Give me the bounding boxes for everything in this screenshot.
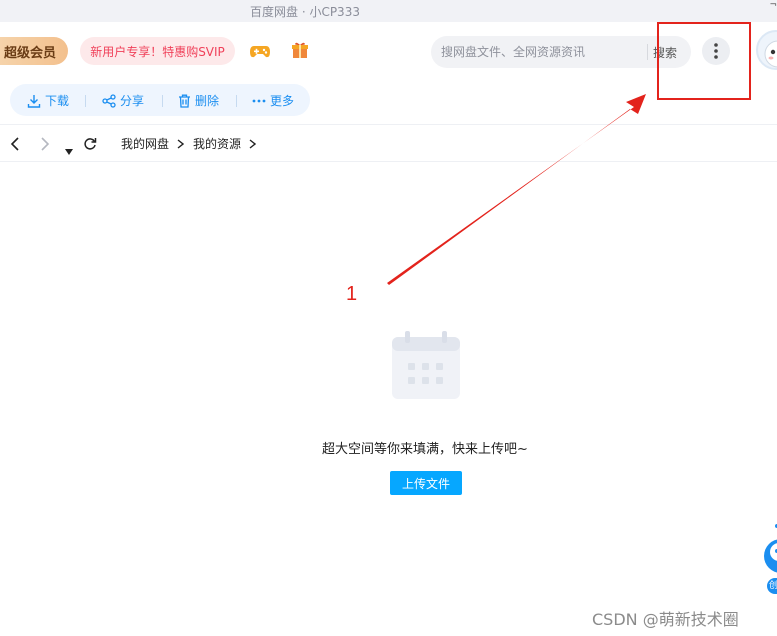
annotation-number: 1 [346, 283, 358, 305]
navigation-bar: 我的网盘 我的资源 [0, 124, 777, 162]
watermark: CSDN @萌新技术圈 [592, 610, 739, 629]
window-title: 百度网盘 · 小CP333 [250, 5, 360, 19]
trash-icon [179, 94, 190, 108]
file-toolbar: 下载 分享 删除 更多 [10, 84, 310, 116]
floating-assistant[interactable]: 创 [759, 522, 777, 596]
gift-icon[interactable] [291, 41, 309, 59]
breadcrumb-separator-icon [249, 139, 256, 149]
refresh-button[interactable] [83, 136, 97, 155]
share-label: 分享 [120, 94, 145, 108]
horizontal-dots-icon [252, 99, 266, 102]
caret-down-icon [65, 149, 73, 155]
delete-button[interactable]: 删除 [178, 92, 219, 109]
assistant-mascot-icon [764, 524, 777, 573]
super-vip-label: 超级会员 [3, 45, 56, 61]
more-actions-button[interactable]: 更多 [252, 92, 294, 109]
breadcrumb-item-my-netdisk[interactable]: 我的网盘 [121, 135, 169, 152]
svip-promo-button[interactable]: 新用户专享！特惠购SVIP [80, 37, 235, 65]
refresh-icon [84, 138, 97, 150]
super-vip-button[interactable]: 超级会员 [0, 37, 68, 65]
more-actions-label: 更多 [270, 94, 295, 108]
toolbar-separator [162, 95, 163, 107]
back-button[interactable] [10, 136, 20, 156]
svip-promo-label: 新用户专享！特惠购SVIP [90, 44, 225, 59]
share-icon [102, 93, 116, 108]
upload-file-button[interactable]: 上传文件 [390, 471, 462, 495]
gamepad-icon[interactable] [249, 41, 271, 61]
history-dropdown-button[interactable] [65, 140, 73, 159]
empty-state-message: 超大空间等你来填满，快来上传吧~ [322, 442, 528, 457]
user-avatar[interactable] [756, 30, 777, 70]
download-button[interactable]: 下载 [27, 92, 69, 109]
download-icon [27, 94, 41, 108]
delete-label: 删除 [195, 94, 220, 108]
search-input[interactable] [441, 42, 646, 62]
forward-button[interactable] [40, 136, 50, 156]
assistant-label: 创 [767, 578, 777, 594]
window-menu-icon[interactable]: ¬ [769, 0, 777, 10]
window-titlebar: 百度网盘 · 小CP333 ¬ [0, 0, 777, 22]
download-label: 下载 [45, 94, 70, 108]
annotation-highlight-box [657, 22, 751, 100]
toolbar-separator [85, 95, 86, 107]
toolbar-separator [236, 95, 237, 107]
chevron-left-icon [10, 137, 19, 151]
chevron-right-icon [41, 137, 50, 151]
share-button[interactable]: 分享 [102, 92, 144, 109]
search-box: 搜索 [431, 36, 691, 68]
breadcrumb-item-my-resources[interactable]: 我的资源 [193, 135, 241, 152]
calendar-icon [391, 331, 461, 401]
search-divider [647, 44, 648, 60]
breadcrumb-separator-icon [177, 139, 184, 149]
